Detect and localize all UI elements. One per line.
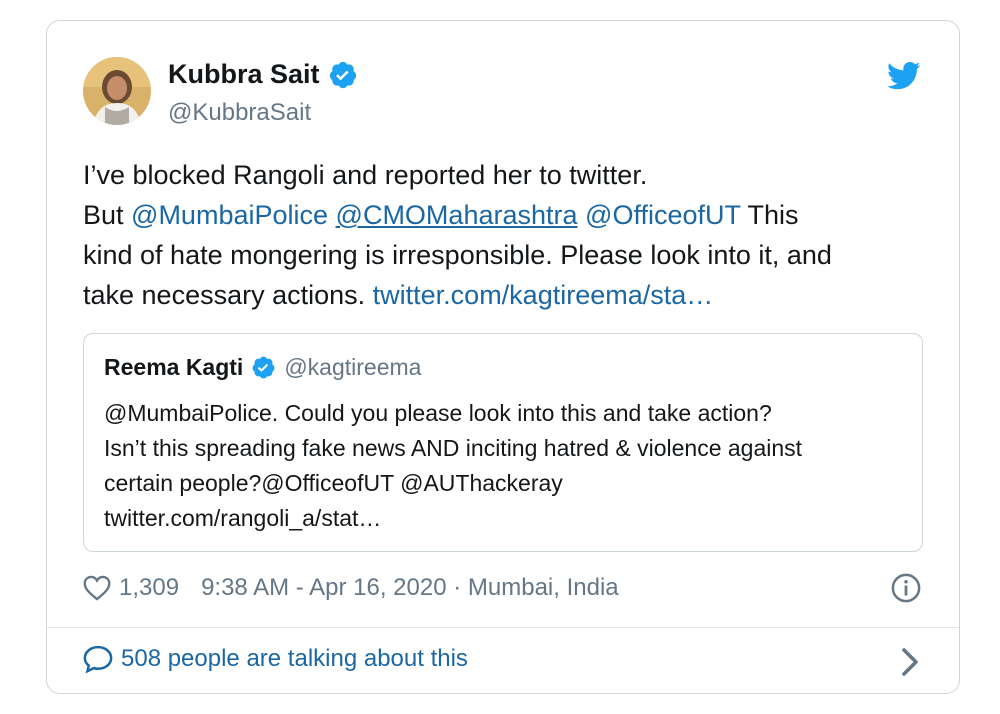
- author-name[interactable]: Kubbra Sait: [168, 59, 358, 90]
- quoted-tweet-header: Reema Kagti @kagtireema: [104, 354, 421, 381]
- talking-about-link[interactable]: 508 people are talking about this: [83, 645, 468, 673]
- heart-icon[interactable]: [83, 575, 111, 601]
- comment-bubble-icon: [83, 645, 113, 673]
- tweet-line-4: take necessary actions. twitter.com/kagt…: [83, 275, 923, 315]
- author-name-text[interactable]: Kubbra Sait: [168, 59, 320, 90]
- quote-line-1: @MumbaiPolice. Could you please look int…: [104, 400, 772, 426]
- quoted-tweet[interactable]: Reema Kagti @kagtireema @MumbaiPolice. C…: [83, 333, 923, 552]
- info-icon[interactable]: [891, 573, 921, 603]
- tweet-text: I’ve blocked Rangoli and reported her to…: [83, 155, 923, 315]
- twitter-bird-icon[interactable]: [887, 61, 921, 91]
- talking-about-label[interactable]: 508 people are talking about this: [121, 645, 468, 673]
- mention-cmo-maharashtra[interactable]: @CMOMaharashtra: [336, 200, 578, 230]
- verified-badge-icon: [329, 61, 356, 88]
- tweet-meta: 1,309 9:38 AM - Apr 16, 2020 · Mumbai, I…: [83, 571, 619, 605]
- tweet-line-3: kind of hate mongering is irresponsible.…: [83, 240, 832, 270]
- tweet-link[interactable]: twitter.com/kagtireema/sta…: [373, 280, 714, 310]
- avatar[interactable]: [83, 57, 151, 125]
- chevron-right-icon[interactable]: [901, 647, 919, 677]
- quote-line-4: twitter.com/rangoli_a/stat…: [104, 505, 382, 531]
- tweet-but: But: [83, 200, 132, 230]
- like-count[interactable]: 1,309: [119, 574, 179, 602]
- tweet-card: Kubbra Sait @KubbraSait I’ve blocked Ran…: [46, 20, 960, 694]
- tweet-this: This: [740, 200, 799, 230]
- mention-office-of-ut[interactable]: @OfficeofUT: [585, 200, 740, 230]
- tweet-timestamp[interactable]: 9:38 AM - Apr 16, 2020 · Mumbai, India: [201, 574, 619, 602]
- verified-badge-icon: [252, 356, 275, 379]
- quote-line-3: certain people?@OfficeofUT @AUThackeray: [104, 470, 563, 496]
- quote-line-2: Isn’t this spreading fake news AND incit…: [104, 435, 803, 461]
- tweet-line-1: I’ve blocked Rangoli and reported her to…: [83, 160, 648, 190]
- author-handle[interactable]: @KubbraSait: [168, 99, 311, 127]
- divider: [47, 627, 959, 628]
- quoted-author-name: Reema Kagti: [104, 354, 244, 380]
- quoted-author-handle: @kagtireema: [284, 354, 422, 380]
- quoted-tweet-text: @MumbaiPolice. Could you please look int…: [104, 396, 894, 536]
- mention-mumbai-police[interactable]: @MumbaiPolice: [131, 200, 328, 230]
- tweet-take-actions: take necessary actions.: [83, 280, 373, 310]
- tweet-line-2: But @MumbaiPolice @CMOMaharashtra @Offic…: [83, 195, 923, 235]
